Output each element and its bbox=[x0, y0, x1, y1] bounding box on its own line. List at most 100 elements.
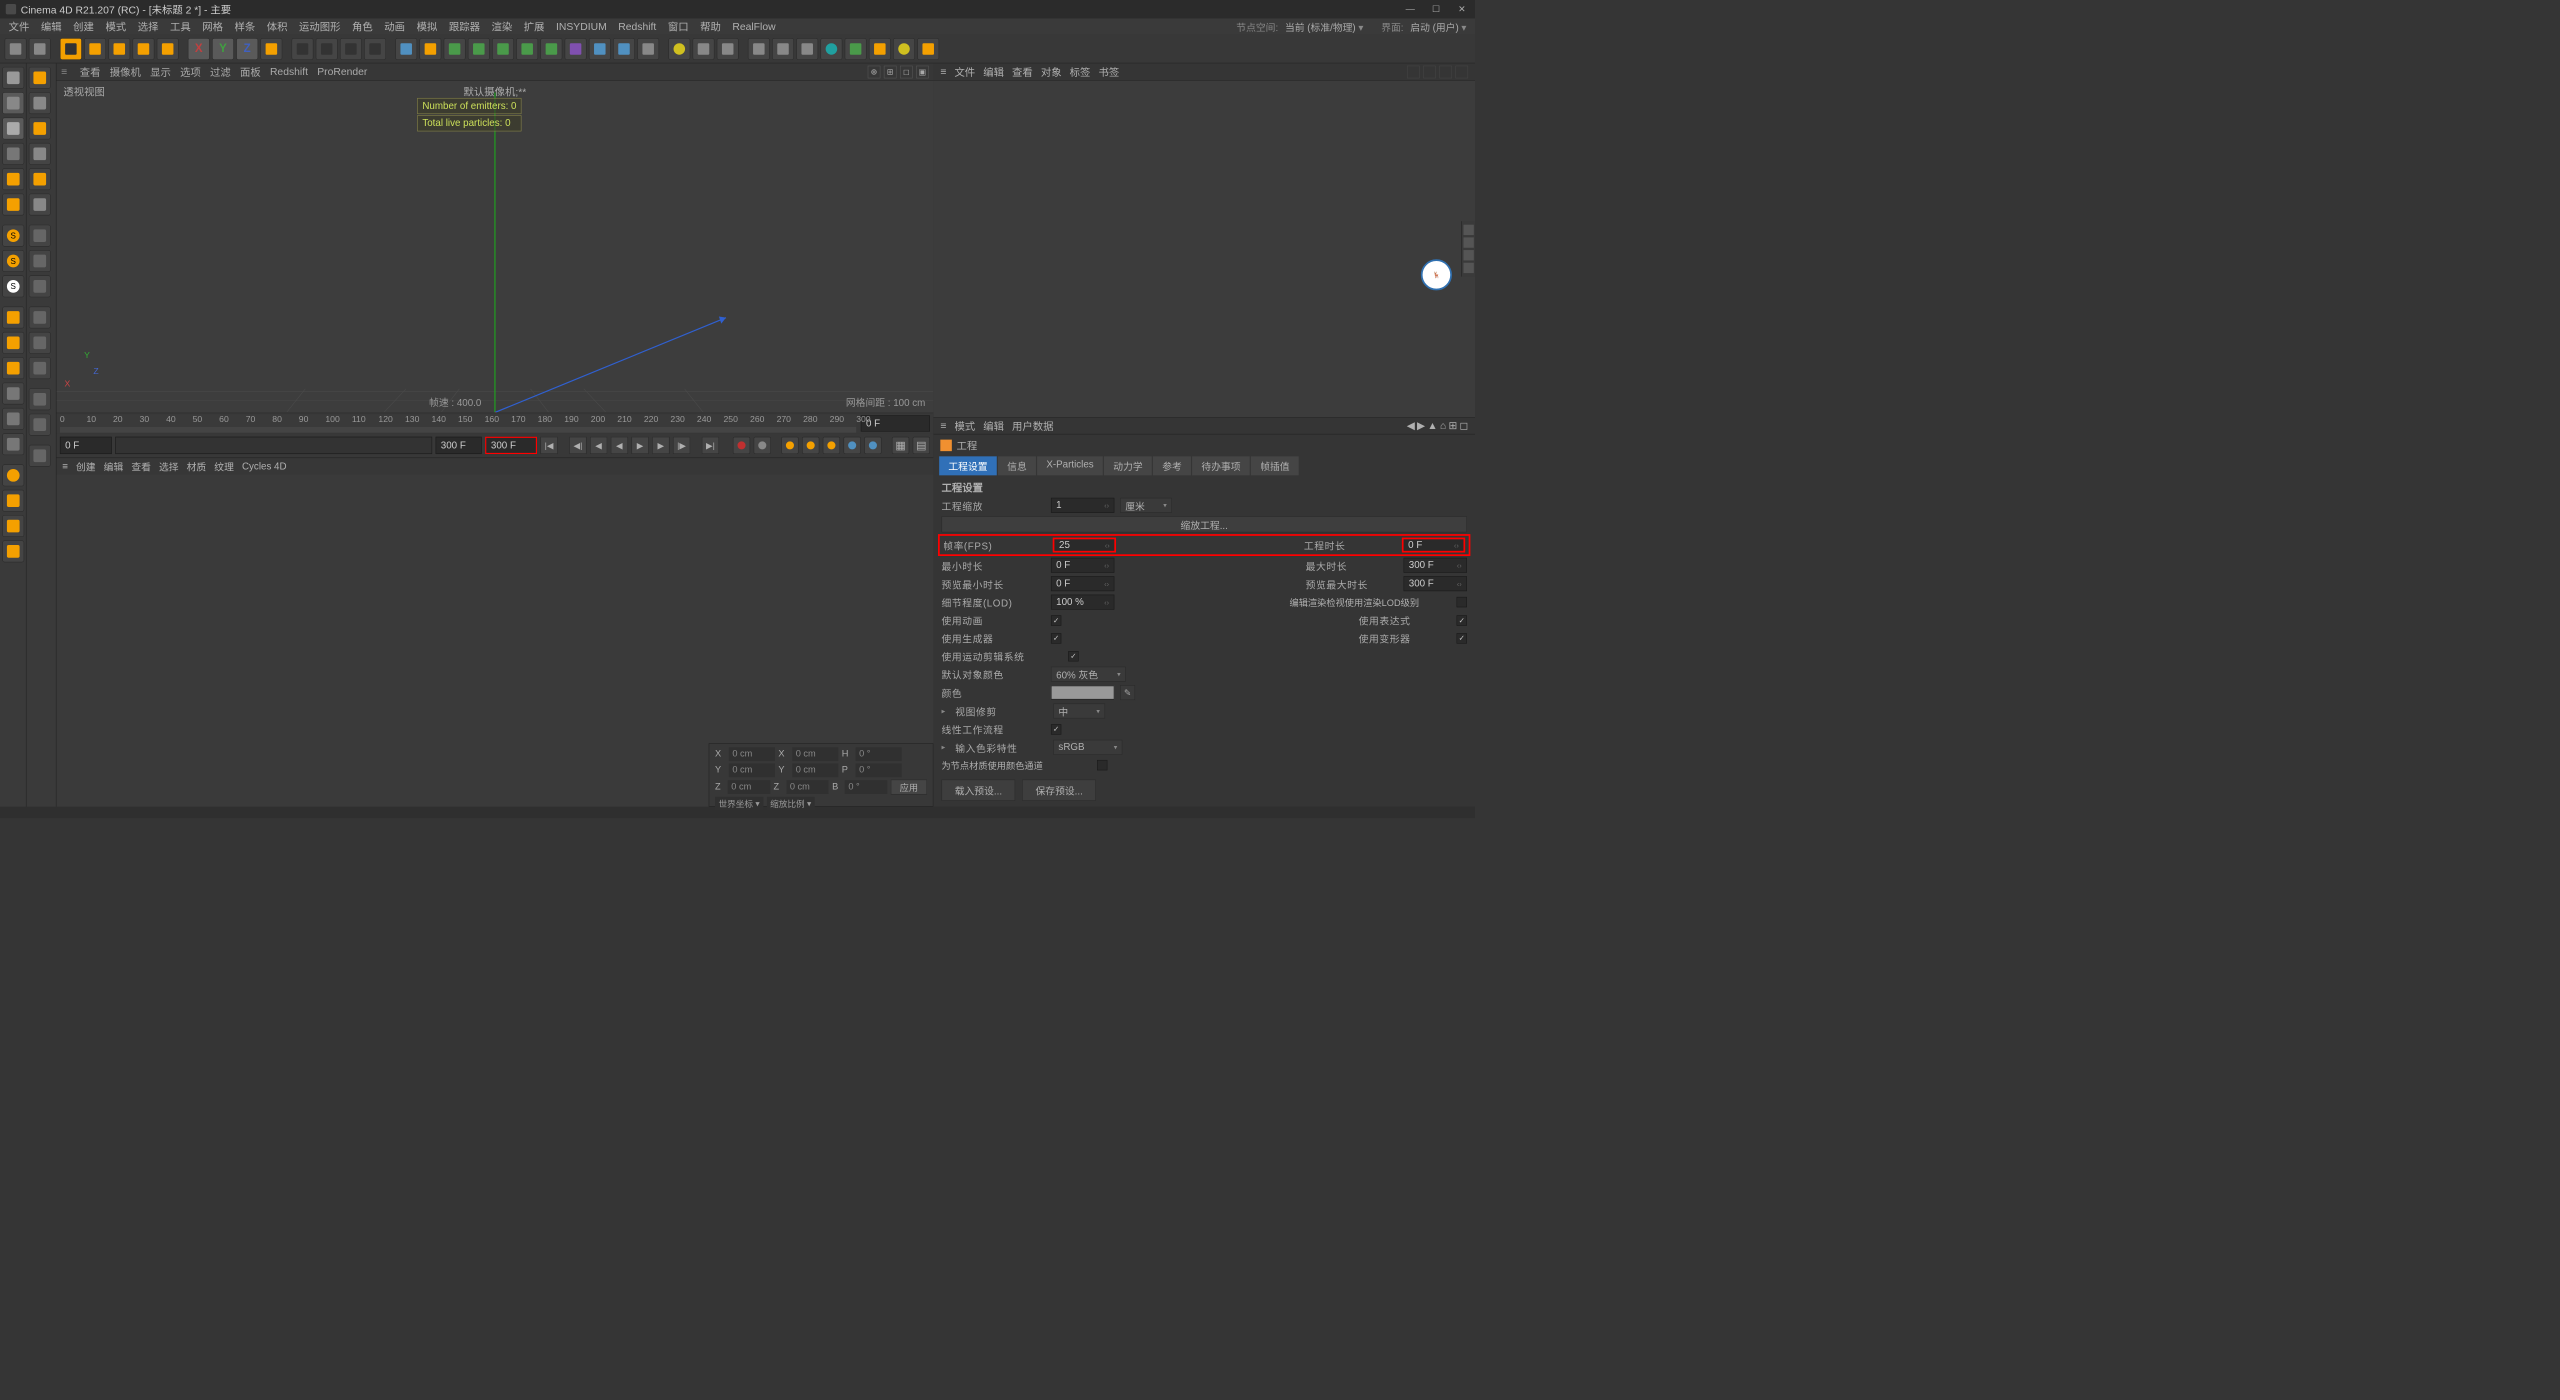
deformer[interactable] bbox=[565, 38, 587, 60]
obj-filter-icon[interactable] bbox=[1423, 65, 1436, 78]
attr-up[interactable]: ▲ bbox=[1427, 420, 1437, 432]
tool13[interactable] bbox=[29, 388, 51, 410]
plugin-sun[interactable] bbox=[893, 38, 915, 60]
texture-mode[interactable] bbox=[2, 118, 24, 140]
obj-edit[interactable]: 编辑 bbox=[983, 64, 1004, 79]
preview-min-field[interactable]: 0 F bbox=[1051, 576, 1114, 591]
menu-tools[interactable]: 工具 bbox=[166, 18, 195, 35]
fps-field[interactable]: 25 bbox=[1053, 538, 1116, 553]
attr-pin-icon[interactable]: ⊞ bbox=[1448, 420, 1457, 432]
quickrender[interactable] bbox=[820, 38, 842, 60]
default-color-select[interactable]: 60% 灰色 bbox=[1051, 667, 1126, 682]
input-color-select[interactable]: sRGB bbox=[1053, 740, 1122, 755]
mat-select[interactable]: 选择 bbox=[159, 459, 179, 473]
prev-frame[interactable]: ◀ bbox=[590, 437, 607, 454]
picture-viewer[interactable] bbox=[364, 38, 386, 60]
tab-todo[interactable]: 待办事项 bbox=[1192, 456, 1250, 475]
menu-insydium[interactable]: INSYDIUM bbox=[552, 19, 611, 33]
load-preset-button[interactable]: 载入预设... bbox=[941, 780, 1015, 801]
attr-fwd[interactable]: ▶ bbox=[1417, 420, 1425, 432]
grid-toggle[interactable] bbox=[2, 357, 24, 379]
maximize-button[interactable]: ☐ bbox=[1423, 0, 1449, 18]
tool2[interactable] bbox=[29, 92, 51, 114]
obj-view[interactable]: 查看 bbox=[1012, 64, 1033, 79]
misc1[interactable] bbox=[2, 408, 24, 430]
vp-nav3[interactable]: ◻ bbox=[900, 65, 913, 78]
mat-menu-icon[interactable]: ≡ bbox=[62, 461, 68, 473]
sel-rect[interactable] bbox=[2, 490, 24, 512]
range-to[interactable]: 300 F bbox=[436, 437, 482, 454]
preview-max-field[interactable]: 300 F bbox=[1404, 576, 1467, 591]
attr-userdata[interactable]: 用户数据 bbox=[1012, 418, 1053, 433]
generator3[interactable] bbox=[492, 38, 514, 60]
move-tool[interactable] bbox=[84, 38, 106, 60]
coord-space[interactable]: 世界坐标 ▾ bbox=[715, 797, 763, 811]
snap-toggle[interactable] bbox=[2, 383, 24, 405]
recent-tool[interactable] bbox=[157, 38, 179, 60]
mat-view[interactable]: 查看 bbox=[131, 459, 151, 473]
sidetab3[interactable] bbox=[1463, 250, 1473, 260]
grid[interactable] bbox=[796, 38, 818, 60]
mat-create[interactable]: 创建 bbox=[76, 459, 96, 473]
coord-system[interactable] bbox=[260, 38, 282, 60]
timeline-end-field[interactable]: 0 F bbox=[861, 415, 930, 431]
lod-render-check[interactable] bbox=[1457, 597, 1467, 607]
tab-dynamics[interactable]: 动力学 bbox=[1104, 456, 1152, 475]
vp-nav2[interactable]: ⊞ bbox=[884, 65, 897, 78]
obj-tags[interactable]: 标签 bbox=[1070, 64, 1091, 79]
cube-primitive[interactable] bbox=[395, 38, 417, 60]
tab-interp[interactable]: 帧插值 bbox=[1251, 456, 1299, 475]
light-object[interactable] bbox=[637, 38, 659, 60]
mat-cycles[interactable]: Cycles 4D bbox=[242, 461, 287, 473]
obj-search-icon[interactable] bbox=[1407, 65, 1420, 78]
render-region[interactable] bbox=[316, 38, 338, 60]
object-manager[interactable]: 🦌 bbox=[933, 81, 1475, 417]
disclosure-icon[interactable]: ▸ bbox=[941, 706, 949, 715]
generator[interactable] bbox=[444, 38, 466, 60]
vp-tab-prorender[interactable]: ProRender bbox=[317, 66, 367, 78]
vp-tab-redshift[interactable]: Redshift bbox=[270, 66, 308, 78]
eyedropper-icon[interactable]: ✎ bbox=[1120, 685, 1135, 700]
workplane[interactable] bbox=[772, 38, 794, 60]
menu-file[interactable]: 文件 bbox=[5, 18, 34, 35]
tool14[interactable] bbox=[29, 414, 51, 436]
misc2[interactable] bbox=[2, 433, 24, 455]
menu-mode[interactable]: 模式 bbox=[101, 18, 130, 35]
attr-back[interactable]: ◀ bbox=[1407, 420, 1415, 432]
play-back[interactable]: ◀ bbox=[611, 437, 628, 454]
layout-select[interactable]: 启动 (用户) bbox=[1410, 22, 1458, 33]
timeline-window[interactable]: ▦ bbox=[892, 437, 909, 454]
key-scale[interactable] bbox=[802, 437, 819, 454]
scale-tool[interactable] bbox=[108, 38, 130, 60]
camera-object[interactable] bbox=[613, 38, 635, 60]
node-mat-check[interactable] bbox=[1097, 760, 1107, 770]
vp-nav1[interactable]: ⊕ bbox=[868, 65, 881, 78]
minimize-button[interactable]: — bbox=[1397, 0, 1423, 18]
linear-workflow-check[interactable]: ✓ bbox=[1051, 724, 1061, 734]
axis-y-lock[interactable]: Y bbox=[212, 38, 234, 60]
goto-end[interactable]: ▶| bbox=[702, 437, 719, 454]
coord-mode[interactable]: 缩放比例 ▾ bbox=[767, 797, 815, 811]
make-editable[interactable] bbox=[2, 67, 24, 89]
menu-create[interactable]: 创建 bbox=[69, 18, 98, 35]
menu-animate[interactable]: 动画 bbox=[380, 18, 409, 35]
menu-select[interactable]: 选择 bbox=[134, 18, 163, 35]
redo-button[interactable] bbox=[29, 38, 51, 60]
axis-s3[interactable]: S bbox=[2, 275, 24, 297]
tool11[interactable] bbox=[29, 332, 51, 354]
vp-tab-options[interactable]: 选项 bbox=[180, 64, 201, 79]
sidetab4[interactable] bbox=[1463, 263, 1473, 273]
axis-widget[interactable]: Y Z X bbox=[73, 358, 108, 393]
enable-axis[interactable] bbox=[2, 307, 24, 329]
record-key[interactable] bbox=[733, 437, 750, 454]
attr-menu-icon[interactable]: ≡ bbox=[940, 420, 946, 432]
menu-redshift[interactable]: Redshift bbox=[614, 19, 660, 33]
play-forward[interactable]: ▶ bbox=[631, 437, 648, 454]
disclosure-icon2[interactable]: ▸ bbox=[941, 743, 949, 752]
autokey[interactable] bbox=[754, 437, 771, 454]
menu-extensions[interactable]: 扩展 bbox=[520, 18, 549, 35]
use-motion-check[interactable]: ✓ bbox=[1068, 651, 1078, 661]
model-mode[interactable] bbox=[2, 92, 24, 114]
mat-texture[interactable]: 纹理 bbox=[214, 459, 234, 473]
sidetab2[interactable] bbox=[1463, 237, 1473, 247]
